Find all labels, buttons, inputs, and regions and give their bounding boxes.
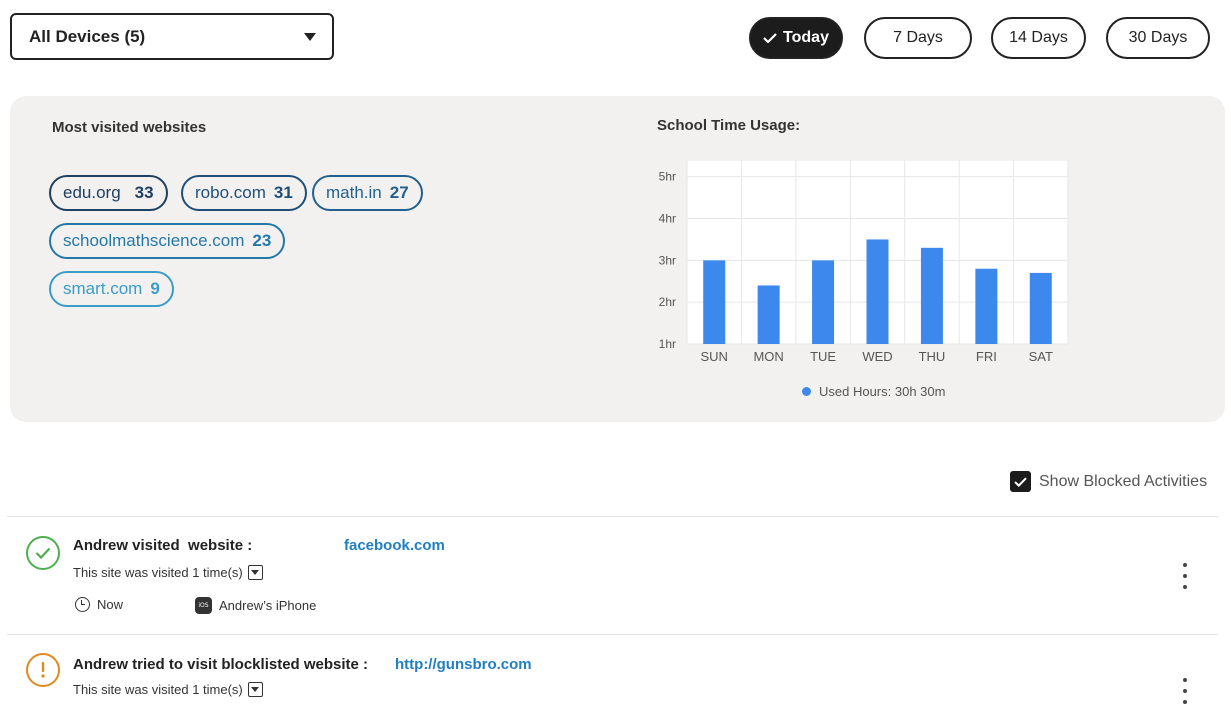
chart-bar — [866, 239, 889, 344]
website-chip[interactable]: math.in 27 — [312, 175, 423, 211]
visits-dropdown-icon[interactable] — [247, 565, 263, 580]
range-today-label: Today — [783, 29, 829, 46]
checkbox-checked-icon — [1010, 471, 1031, 492]
caret-down-icon — [304, 33, 316, 41]
y-tick-label: 3hr — [659, 253, 676, 267]
x-tick-label: TUE — [810, 349, 836, 364]
device-text: Andrew’s iPhone — [219, 598, 317, 613]
visits-text: This site was visited 1 time(s) — [73, 565, 243, 580]
usage-chart-svg: 1hr 2hr 3hr 4hr 5hr SUN MON TUE WED THU FRI SAT — [659, 160, 1069, 364]
check-circle-icon — [26, 536, 60, 570]
range-today-button[interactable]: Today — [749, 17, 843, 59]
chart-bar — [812, 260, 835, 344]
legend-dot — [802, 387, 811, 396]
range-7-days-label: 7 Days — [893, 29, 943, 46]
more-options-icon[interactable] — [1178, 678, 1192, 704]
chart-legend: Used Hours: 30h 30m — [802, 384, 945, 399]
range-7-days-button[interactable]: 7 Days — [864, 17, 972, 59]
visits-text: This site was visited 1 time(s) — [73, 682, 243, 697]
device-select[interactable]: All Devices (5) — [10, 13, 334, 60]
usage-chart: 1hr 2hr 3hr 4hr 5hr SUN MON TUE WED THU FRI SAT — [640, 160, 1100, 420]
activity-title: Andrew tried to visit blocklisted websit… — [73, 656, 369, 673]
website-domain: math.in — [326, 183, 382, 202]
activity-time: Now — [75, 597, 123, 612]
activity-visits: This site was visited 1 time(s) — [73, 565, 263, 580]
range-30-days-button[interactable]: 30 Days — [1106, 17, 1210, 59]
website-count: 9 — [150, 279, 160, 298]
x-tick-label: MON — [753, 349, 783, 364]
activity-item: Andrew visited website : facebook.com Th… — [0, 517, 1231, 634]
x-tick-label: FRI — [976, 349, 997, 364]
website-chip[interactable]: schoolmathscience.com 23 — [49, 223, 286, 259]
chart-bar — [920, 247, 943, 344]
chart-bar — [703, 260, 726, 344]
website-count: 33 — [134, 183, 154, 202]
website-count: 23 — [252, 231, 272, 250]
device-select-value: All Devices (5) — [29, 26, 146, 46]
y-tick-label: 1hr — [659, 337, 676, 351]
website-chip[interactable]: smart.com 9 — [49, 271, 174, 307]
chart-bar — [975, 268, 998, 344]
website-chip[interactable]: edu.org 33 — [49, 175, 168, 211]
chart-bar — [1029, 272, 1052, 344]
website-count: 27 — [389, 183, 409, 202]
x-tick-label: WED — [862, 349, 892, 364]
chart-bar — [757, 285, 780, 344]
usage-title: School Time Usage: — [657, 117, 801, 134]
activity-link[interactable]: facebook.com — [344, 537, 445, 554]
check-icon — [763, 33, 777, 43]
y-tick-label: 5hr — [659, 170, 676, 184]
x-tick-label: SAT — [1029, 349, 1053, 364]
visits-dropdown-icon[interactable] — [247, 682, 263, 697]
range-14-days-button[interactable]: 14 Days — [991, 17, 1086, 59]
activity-item: Andrew tried to visit blocklisted websit… — [0, 635, 1231, 715]
activity-visits: This site was visited 1 time(s) — [73, 682, 263, 697]
website-domain: schoolmathscience.com — [63, 231, 245, 250]
activity-device: iOS Andrew’s iPhone — [195, 597, 316, 614]
x-tick-label: THU — [919, 349, 946, 364]
x-tick-label: SUN — [700, 349, 727, 364]
website-count: 31 — [273, 183, 293, 202]
range-30-days-label: 30 Days — [1128, 29, 1188, 46]
warning-circle-icon — [26, 653, 60, 687]
range-14-days-label: 14 Days — [1009, 29, 1068, 46]
y-tick-label: 2hr — [659, 295, 676, 309]
show-blocked-label: Show Blocked Activities — [1039, 472, 1208, 490]
website-chip[interactable]: robo.com 31 — [181, 175, 307, 211]
y-tick-label: 4hr — [659, 212, 676, 226]
time-text: Now — [97, 597, 124, 612]
show-blocked-checkbox[interactable]: Show Blocked Activities — [1010, 471, 1207, 492]
most-visited-title: Most visited websites — [52, 119, 207, 136]
website-domain: robo.com — [195, 183, 266, 202]
website-domain: smart.com — [63, 279, 143, 298]
ios-device-icon: iOS — [195, 597, 212, 614]
activity-link[interactable]: http://gunsbro.com — [395, 656, 532, 673]
legend-label: Used Hours: 30h 30m — [819, 384, 946, 399]
website-domain: edu.org — [63, 183, 121, 202]
more-options-icon[interactable] — [1178, 563, 1192, 589]
activity-title: Andrew visited website : — [73, 537, 253, 554]
clock-icon — [75, 597, 90, 612]
